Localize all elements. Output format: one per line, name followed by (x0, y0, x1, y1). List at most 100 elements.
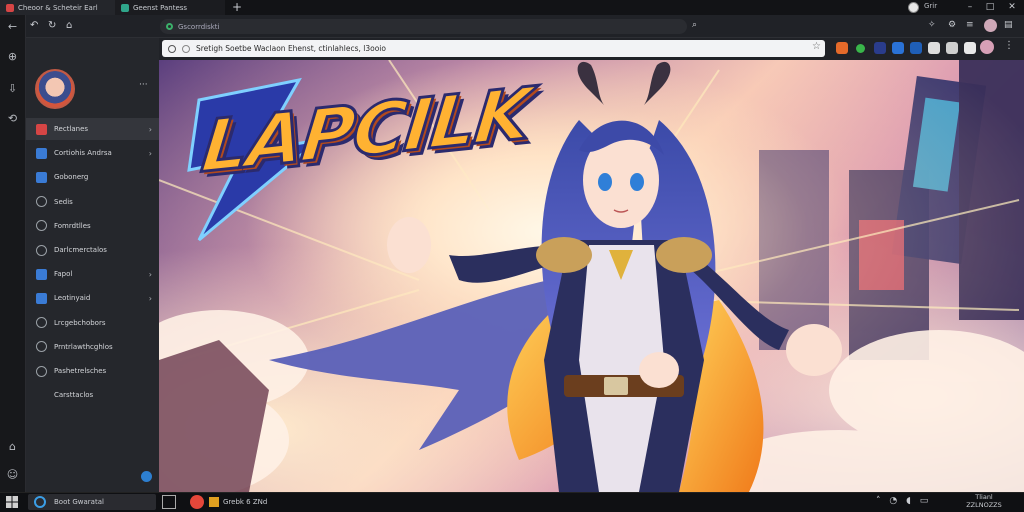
settings-icon[interactable]: ⚙ (948, 20, 956, 30)
sync-icon[interactable]: ⟲ (4, 110, 21, 127)
tab-label: Cheoor & Scheteir Earl (18, 3, 98, 12)
sidebar-item-icon (36, 147, 47, 159)
chevron-right-icon: › (148, 124, 152, 134)
extension-pin-icon[interactable] (964, 42, 976, 54)
more-options-icon[interactable]: ··· (139, 80, 148, 90)
minimize-button[interactable]: – (960, 0, 980, 15)
extension-ghost-icon[interactable] (928, 42, 940, 54)
home-rail-icon[interactable]: ⌂ (4, 438, 21, 455)
chevron-right-icon: › (148, 148, 152, 158)
clock-time: Tlianl (975, 493, 993, 501)
downloads-icon[interactable]: ⇩ (4, 80, 21, 97)
url-text: Sretigh Soetbe Waclaon Ehenst, ctinlahle… (196, 44, 386, 53)
back-arrow-icon[interactable]: ← (4, 18, 21, 35)
extension-blue-icon[interactable] (892, 42, 904, 54)
taskbar-active-app[interactable]: Grebk 6 ZNd (209, 494, 297, 510)
tab-active[interactable]: Cheoor & Scheteir Earl (0, 0, 115, 15)
taskbar-active-label: Grebk 6 ZNd (223, 498, 268, 506)
sidebar-item-icon (36, 341, 47, 353)
search-icon[interactable]: ⌕ (692, 20, 697, 30)
volume-icon[interactable]: ◖ (906, 496, 911, 506)
profile-avatar[interactable] (908, 2, 919, 13)
sidebar-item-label: Fapol (54, 270, 73, 279)
secure-icon (166, 23, 173, 30)
sidebar-item[interactable]: Fomrdtlles (26, 215, 159, 237)
sidebar-item[interactable]: Darlcmerctalos (26, 239, 159, 261)
home-icon[interactable]: ⌂ (66, 19, 80, 33)
user-avatar[interactable] (35, 69, 75, 109)
profile-name: Grir (924, 2, 938, 10)
extension-puzzle-icon[interactable] (910, 42, 922, 54)
sidebar-item[interactable]: Lrcgebchobors (26, 312, 159, 334)
back-icon[interactable]: ↶ (30, 19, 44, 33)
clock-date: ZZLNOZZS (966, 501, 1002, 509)
top-address-bar[interactable]: Gscorrdiskti (160, 19, 687, 34)
sidebar-toggle-icon[interactable]: ▤ (1004, 20, 1013, 30)
user-avatar-icon[interactable] (984, 19, 997, 32)
task-view-icon[interactable] (162, 495, 176, 509)
sidebar-item-icon (36, 123, 47, 135)
top-address-text: Gscorrdiskti (178, 22, 220, 31)
hero-banner: LAPCILK (159, 60, 1024, 492)
sidebar-item-icon (36, 244, 47, 256)
emoji-icon[interactable]: ☺ (4, 466, 21, 483)
chevron-right-icon: › (148, 293, 152, 303)
url-bar[interactable]: Sretigh Soetbe Waclaon Ehenst, ctinlahle… (162, 40, 825, 57)
system-tray[interactable]: ˄ ◔ ◖ ▭ (876, 496, 928, 506)
bookmark-star-icon[interactable]: ☆ (812, 41, 821, 52)
account-avatar-icon[interactable] (980, 40, 994, 54)
extensions-icon[interactable]: ✧ (928, 20, 936, 30)
sidebar-item-label: Prntrlawthcghlos (54, 342, 113, 351)
site-icon (182, 44, 190, 53)
sidebar-item-icon (36, 365, 47, 377)
sidebar-item-label: Carsttaclos (54, 391, 94, 400)
reload-icon[interactable]: ↻ (48, 19, 62, 33)
sidebar-item[interactable]: Carsttaclos (26, 384, 159, 406)
browser-taskbar-icon[interactable] (190, 495, 204, 509)
network-icon[interactable]: ◔ (889, 496, 897, 506)
sidebar-item-label: Fomrdtlles (54, 221, 91, 230)
taskbar-clock[interactable]: Tlianl ZZLNOZZS (964, 493, 1004, 509)
sidebar-item-label: Rectlanes (54, 125, 89, 133)
start-windows-icon[interactable] (6, 496, 18, 508)
sidebar-item[interactable]: Fapol › (26, 263, 159, 285)
close-button[interactable]: ✕ (1002, 0, 1022, 15)
sidebar-item[interactable]: Gobonerg (26, 166, 159, 188)
extension-gear-icon[interactable] (946, 42, 958, 54)
sidebar-item-label: Pashetrelsches (54, 367, 107, 375)
sidebar-item-label: Darlcmerctalos (54, 246, 107, 254)
taskbar-search[interactable]: Boot Gwaratal (28, 494, 156, 510)
sidebar-item[interactable]: Leotinyaid › (26, 287, 159, 309)
tab-favicon-icon (6, 3, 14, 12)
sidebar-item-icon (36, 317, 47, 329)
sidebar-item-label: Leotinyaid (54, 294, 91, 303)
sidebar-item[interactable]: Pashetrelsches (26, 360, 159, 382)
taskbar-search-text: Boot Gwaratal (54, 498, 104, 506)
sidebar-item-label: Lrcgebchobors (54, 318, 106, 327)
sidebar-item[interactable]: Sedis (26, 191, 159, 213)
sidebar-item[interactable]: Rectlanes › (26, 118, 159, 140)
chevron-right-icon: › (148, 269, 152, 279)
tab-label: Geenst Pantess (133, 3, 188, 12)
extension-shield-icon[interactable] (874, 42, 886, 54)
notification-badge-icon[interactable] (141, 471, 152, 482)
maximize-button[interactable]: □ (980, 0, 1000, 15)
folder-app-icon (209, 497, 219, 507)
new-tab-button[interactable]: + (230, 0, 244, 15)
sidebar-item-icon (36, 196, 47, 208)
tab-inactive[interactable]: Geenst Pantess (115, 0, 225, 15)
extension-fox-icon[interactable] (836, 42, 848, 54)
sidebar-item-label: Cortiohis Andrsa (54, 149, 112, 158)
sidebar-item[interactable]: Prntrlawthcghlos (26, 336, 159, 358)
sidebar-item[interactable]: Cortiohis Andrsa › (26, 142, 159, 164)
notification-icon[interactable]: ▭ (920, 496, 929, 506)
menu-icon[interactable]: ≡ (966, 20, 974, 30)
sidebar-item-label: Gobonerg (54, 173, 89, 182)
more-menu-icon[interactable]: ⋮ (1004, 40, 1014, 51)
tab-favicon-icon (121, 3, 129, 12)
sidebar-item-icon (36, 292, 47, 304)
add-icon[interactable]: ⊕ (4, 48, 21, 65)
sidebar-item-label: Sedis (54, 197, 73, 206)
chevron-up-icon[interactable]: ˄ (876, 496, 881, 506)
extension-green-icon[interactable] (856, 44, 865, 53)
